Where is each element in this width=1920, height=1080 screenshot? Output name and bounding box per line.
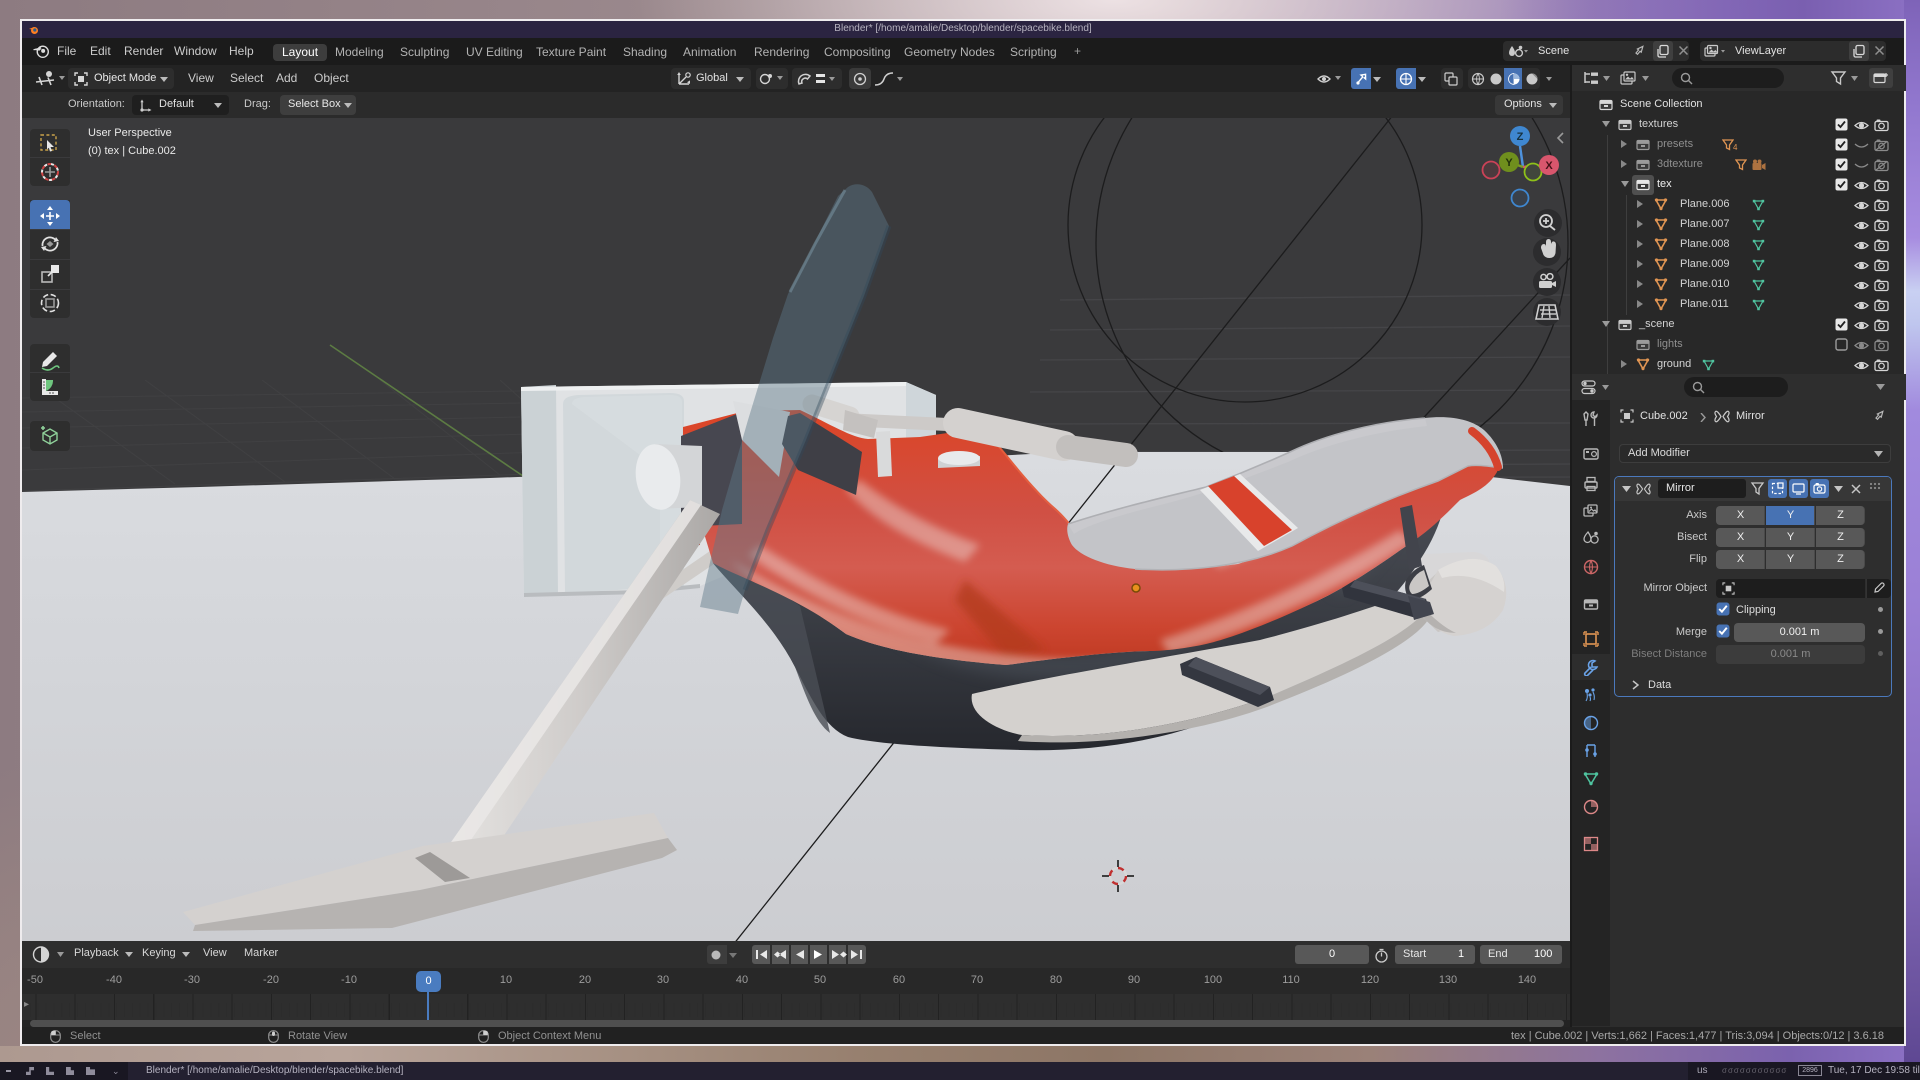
svg-text:Z: Z — [1517, 131, 1524, 143]
svg-text:X: X — [1545, 160, 1553, 172]
svg-text:Y: Y — [1505, 157, 1513, 169]
